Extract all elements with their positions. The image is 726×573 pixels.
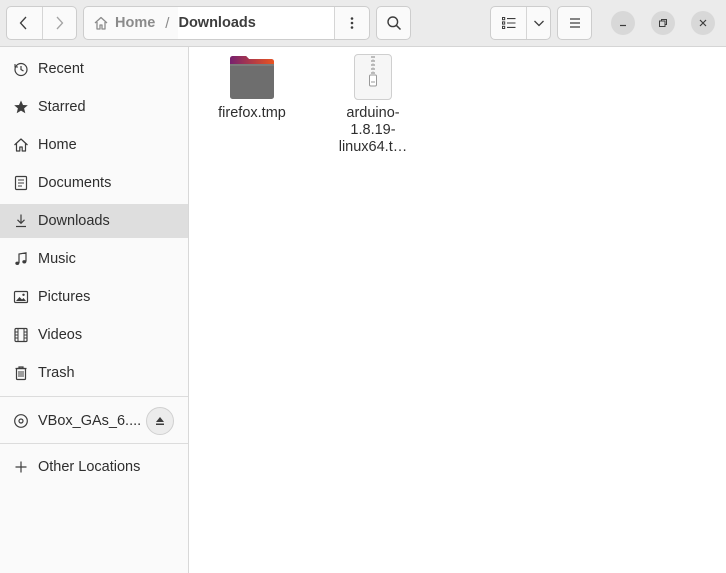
sidebar-item-label: Videos <box>38 327 83 343</box>
home-icon <box>13 137 29 153</box>
sidebar-item-starred[interactable]: Starred <box>0 90 188 124</box>
chevron-right-icon <box>56 16 64 30</box>
picture-icon <box>13 289 29 305</box>
trash-icon <box>13 365 29 381</box>
search-icon <box>386 16 401 31</box>
list-view-icon <box>501 17 516 30</box>
breadcrumb-current-label: Downloads <box>178 15 256 31</box>
view-toggle-group <box>490 6 551 40</box>
back-button[interactable] <box>7 7 42 39</box>
path-menu-button[interactable] <box>334 7 369 39</box>
forward-button[interactable] <box>41 7 77 39</box>
sidebar-divider <box>0 396 188 397</box>
sidebar-item-videos[interactable]: Videos <box>0 318 188 352</box>
chevron-down-icon <box>533 20 544 27</box>
maximize-button[interactable] <box>651 11 675 35</box>
sidebar: Recent Starred Home Documents Downloads … <box>0 47 189 573</box>
sidebar-item-label: Trash <box>38 365 75 381</box>
close-icon <box>699 19 707 27</box>
sidebar-divider <box>0 443 188 444</box>
sidebar-item-music[interactable]: Music <box>0 242 188 276</box>
home-icon <box>94 16 108 30</box>
sidebar-item-label: Recent <box>38 61 84 77</box>
breadcrumb-home-label: Home <box>115 15 156 31</box>
sidebar-item-label: Starred <box>38 99 86 115</box>
sidebar-item-label: Downloads <box>38 213 110 229</box>
file-name: firefox.tmp <box>218 105 286 121</box>
sidebar-item-recent[interactable]: Recent <box>0 52 188 86</box>
eject-icon <box>156 417 164 425</box>
sidebar-item-label: VBox_GAs_6.... <box>38 413 142 429</box>
close-button[interactable] <box>691 11 715 35</box>
restore-icon <box>659 19 667 27</box>
star-icon <box>13 99 29 115</box>
header-bar: Home / Downloads <box>0 0 726 47</box>
sidebar-item-label: Home <box>38 137 77 153</box>
sidebar-item-label: Documents <box>38 175 112 191</box>
minimize-button[interactable] <box>611 11 635 35</box>
main-menu-button[interactable] <box>557 6 592 40</box>
file-name: arduino- 1.8.19- linux64.t… <box>338 105 408 155</box>
document-icon <box>13 175 29 191</box>
sidebar-item-label: Pictures <box>38 289 91 305</box>
vertical-dots-icon <box>350 17 354 29</box>
view-options-dropdown[interactable] <box>526 7 550 39</box>
sidebar-item-other-locations[interactable]: Other Locations <box>0 450 188 484</box>
sidebar-item-downloads[interactable]: Downloads <box>0 204 188 238</box>
plus-icon <box>13 459 29 475</box>
sidebar-item-home[interactable]: Home <box>0 128 188 162</box>
hamburger-menu-icon <box>569 18 580 28</box>
music-icon <box>13 251 29 267</box>
sidebar-item-label: Other Locations <box>38 459 141 475</box>
search-button[interactable] <box>376 6 411 40</box>
disc-icon <box>13 413 29 429</box>
film-icon <box>13 327 29 343</box>
minimize-icon <box>620 24 626 27</box>
file-item-arduino-archive[interactable]: arduino- 1.8.19- linux64.t… <box>328 53 418 156</box>
sidebar-item-label: Music <box>38 251 76 267</box>
folder-icon <box>230 56 274 99</box>
breadcrumb-home[interactable]: Home <box>84 7 155 39</box>
chevron-left-icon <box>19 16 27 30</box>
archive-file-icon <box>354 54 392 100</box>
sidebar-item-trash[interactable]: Trash <box>0 356 188 390</box>
file-item-firefox-tmp[interactable]: firefox.tmp <box>207 55 297 122</box>
clock-icon <box>13 61 29 77</box>
file-view: firefox.tmp arduino- 1.8.19- linux64.t… <box>189 47 726 573</box>
list-view-button[interactable] <box>491 7 526 39</box>
path-bar: Home / Downloads <box>83 6 370 40</box>
sidebar-item-pictures[interactable]: Pictures <box>0 280 188 314</box>
navigation-buttons <box>6 6 77 40</box>
eject-button[interactable] <box>146 407 174 435</box>
sidebar-item-documents[interactable]: Documents <box>0 166 188 200</box>
download-icon <box>13 213 29 229</box>
breadcrumb-separator: / <box>165 14 170 32</box>
breadcrumb-current[interactable]: Downloads <box>178 7 334 39</box>
